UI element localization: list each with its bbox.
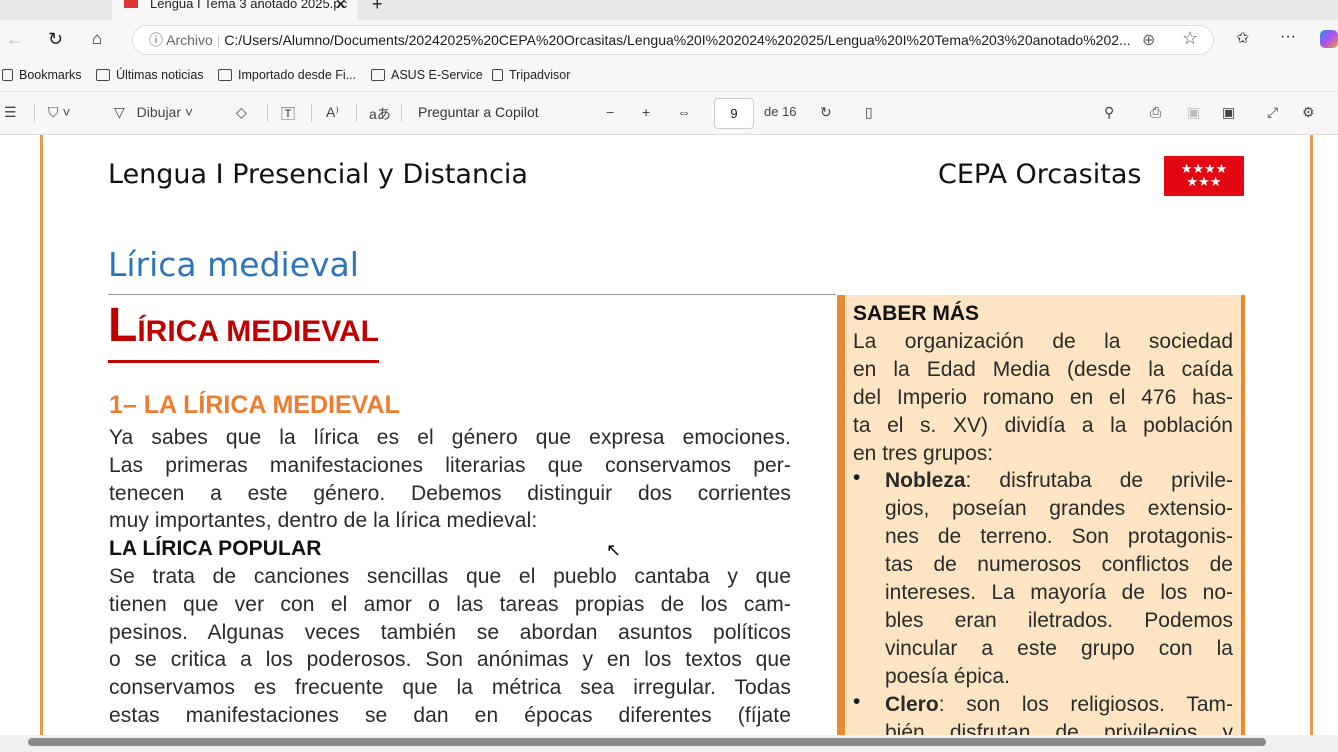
page-icon bbox=[492, 69, 503, 81]
settings-icon[interactable]: ⚙ bbox=[1302, 104, 1315, 121]
tab-active[interactable]: Lengua I Tema 3 anotado 2025.pc bbox=[112, 0, 357, 20]
bookmark-label: Últimas noticias bbox=[116, 68, 204, 82]
page-icon bbox=[2, 69, 13, 81]
copilot-icon[interactable] bbox=[1320, 30, 1338, 48]
read-aloud-icon[interactable]: A⁾ bbox=[326, 104, 339, 121]
address-prefix: Archivo bbox=[166, 32, 213, 48]
para-line: Se trata de canciones sencillas que el p… bbox=[109, 565, 791, 588]
bookmarks-bar: Bookmarks Últimas noticias Importado des… bbox=[0, 60, 1338, 92]
para-line: pesinos. Algunas veces también se aborda… bbox=[109, 621, 791, 644]
address-bar[interactable]: ⓘ Archivo | C:/Users/Alumno/Documents/20… bbox=[132, 25, 1214, 55]
page-number-input[interactable]: 9 bbox=[714, 98, 754, 129]
bookmark-label: Bookmarks bbox=[19, 68, 82, 82]
draw-label: Dibujar bbox=[136, 104, 182, 120]
sidebar-line: bles eran iletrados. Podemos bbox=[885, 609, 1233, 632]
fullscreen-icon[interactable]: ⤢ bbox=[1267, 104, 1278, 121]
mouse-cursor: ↖ bbox=[606, 540, 622, 560]
close-tab-icon[interactable]: ✕ bbox=[335, 0, 347, 13]
sidebar-line: en tres grupos: bbox=[853, 442, 994, 465]
bullet-nobleza: Nobleza: disfrutaba de privile- bbox=[885, 469, 1233, 492]
sidebar-line: tas de numerosos conflictos de bbox=[885, 553, 1233, 576]
bullet-clero: Clero: son los religiosos. Tam- bbox=[885, 693, 1233, 716]
header-left: Lengua I Presencial y Distancia bbox=[108, 159, 528, 190]
bookmark-asus[interactable]: ASUS E-Service bbox=[371, 68, 483, 82]
draw-button[interactable]: ▽ Dibujar ˅ bbox=[114, 104, 193, 121]
para-line: Las primeras manifestaciones literarias … bbox=[109, 454, 791, 477]
sidebar-line: en la Edad Media (desde la caída bbox=[853, 358, 1233, 381]
para-line: muy importantes, dentro de la lírica med… bbox=[109, 509, 538, 532]
more-icon[interactable]: ··· bbox=[1280, 28, 1296, 46]
new-tab-icon[interactable]: + bbox=[372, 0, 383, 15]
back-icon[interactable]: ← bbox=[6, 29, 24, 50]
url-text: C:/Users/Alumno/Documents/20242025%20CEP… bbox=[224, 32, 1131, 48]
para-line: tenecen a este género. Debemos distingui… bbox=[109, 482, 791, 505]
bookmark-label: ASUS E-Service bbox=[391, 68, 483, 82]
sidebar-line: bién disfrutan de privilegios y bbox=[885, 721, 1233, 735]
pdf-page: Lengua I Presencial y Distancia CEPA Orc… bbox=[0, 135, 1338, 735]
big-title: LÍRICA MEDIEVAL bbox=[108, 302, 379, 363]
subheading: 1– LA LÍRICA MEDIEVAL bbox=[109, 391, 400, 419]
ask-copilot-button[interactable]: Preguntar a Copilot bbox=[418, 104, 539, 120]
sidebar-line: ta el s. XV) dividía a la población bbox=[853, 414, 1233, 437]
zoom-out-icon[interactable]: − bbox=[606, 104, 614, 120]
eraser-icon[interactable]: ◇ bbox=[236, 104, 247, 121]
bookmark-tripadvisor[interactable]: Tripadvisor bbox=[492, 68, 570, 82]
print-icon[interactable]: ⎙ bbox=[1150, 104, 1161, 121]
sidebar-line: vincular a este grupo con la bbox=[885, 637, 1233, 660]
folder-icon bbox=[218, 69, 232, 81]
contents-icon[interactable]: ☰ bbox=[4, 104, 17, 121]
search-icon[interactable]: ⚲ bbox=[1104, 104, 1114, 121]
sidebar-line: nes de terreno. Son protagonis- bbox=[885, 525, 1233, 548]
text-box-icon[interactable]: 🅃 bbox=[281, 104, 295, 124]
bookmark-label: Importado desde Fi... bbox=[238, 68, 357, 82]
para-line: conservamos es frecuente que la métrica … bbox=[109, 676, 791, 699]
para-line: estas manifestaciones se dan en épocas d… bbox=[109, 704, 791, 727]
zoom-icon[interactable]: ⊕ bbox=[1142, 30, 1155, 50]
home-icon[interactable]: ⌂ bbox=[92, 29, 102, 49]
info-icon: ⓘ bbox=[149, 32, 167, 48]
para-line: tienen que ver con el amor o las tareas … bbox=[109, 593, 791, 616]
favorites-icon[interactable]: ✩ bbox=[1236, 28, 1249, 48]
folder-icon bbox=[96, 69, 110, 81]
tab-title: Lengua I Tema 3 anotado 2025.pc bbox=[150, 0, 348, 11]
para-line: Ya sabes que la lírica es el género que … bbox=[109, 426, 791, 449]
sidebar-line: gios, poseían grandes extensio- bbox=[885, 497, 1233, 520]
translate-icon[interactable]: aあ bbox=[369, 104, 391, 124]
bookmark-bookmarks[interactable]: Bookmarks bbox=[2, 68, 82, 82]
bookmark-ultimas-noticias[interactable]: Últimas noticias bbox=[96, 68, 204, 82]
section-title: Lírica medieval bbox=[108, 245, 359, 284]
page-view-icon[interactable]: ▯ bbox=[865, 104, 873, 121]
sidebar-line: La organización de la sociedad bbox=[853, 330, 1233, 353]
save-icon: ▣ bbox=[1187, 104, 1201, 120]
divider bbox=[108, 294, 836, 295]
bullet: • bbox=[853, 690, 861, 713]
sidebar-line: del Imperio romano en el 476 has- bbox=[853, 386, 1233, 409]
folder-icon bbox=[371, 69, 385, 81]
page-total: de 16 bbox=[764, 104, 797, 119]
pdf-toolbar: ☰ ⛉ ˅ ▽ Dibujar ˅ ◇ 🅃 A⁾ aあ Preguntar a … bbox=[0, 92, 1338, 135]
scrollbar-thumb[interactable] bbox=[28, 738, 1266, 746]
favorite-star-icon[interactable]: ☆ bbox=[1182, 28, 1198, 49]
rotate-icon[interactable]: ↻ bbox=[820, 104, 832, 121]
sidebar-title: SABER MÁS bbox=[853, 302, 980, 325]
highlight-icon[interactable]: ⛉ ˅ bbox=[48, 104, 71, 121]
fit-page-icon[interactable]: ⇔ bbox=[677, 104, 691, 120]
bookmark-label: Tripadvisor bbox=[509, 68, 571, 82]
pdf-tab-icon bbox=[124, 0, 138, 8]
para-line: o se critica a los poderosos. Son anónim… bbox=[109, 648, 791, 671]
sidebar-line: poesía épica. bbox=[885, 665, 1010, 688]
sidebar-line: intereses. La mayoría de los no- bbox=[885, 581, 1233, 604]
save-as-icon[interactable]: ▣ bbox=[1222, 104, 1235, 121]
madrid-logo: ★★★★ ★★★ bbox=[1164, 156, 1244, 196]
zoom-in-icon[interactable]: + bbox=[642, 104, 650, 120]
refresh-icon[interactable]: ↻ bbox=[48, 29, 63, 50]
bookmark-importado[interactable]: Importado desde Fi... bbox=[218, 68, 356, 82]
popular-heading: LA LÍRICA POPULAR bbox=[109, 537, 322, 560]
bullet: • bbox=[853, 466, 861, 489]
header-right: CEPA Orcasitas bbox=[938, 159, 1142, 190]
